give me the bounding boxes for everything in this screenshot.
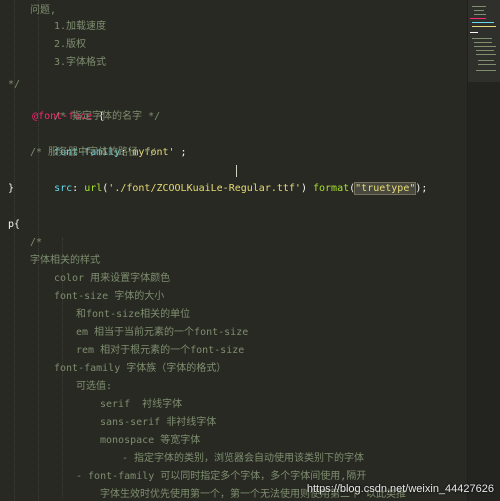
code-line: font-family:'myfont' ; <box>30 126 186 158</box>
selected-string[interactable]: "truetype" <box>354 182 417 195</box>
minimap-line <box>472 26 496 27</box>
code-line: /* 服务器中字体的路径 */ <box>30 147 157 158</box>
code-line: sans-serif 非衬线字体 <box>100 417 217 428</box>
code-line: 1.加载速度 <box>54 21 107 32</box>
code-line: em 相当于当前元素的一个font-size <box>76 327 249 338</box>
string-value: './font/ZCOOLKuaiLe-Regular.ttf' <box>108 183 301 194</box>
function-name: format <box>313 183 350 194</box>
code-line: 2.版权 <box>54 39 87 50</box>
minimap-line <box>470 32 478 33</box>
code-line: 可选值: <box>76 381 113 392</box>
minimap-line <box>478 64 496 65</box>
code-line: monospace 等宽字体 <box>100 435 201 446</box>
code-line: 问题, <box>30 5 57 16</box>
minimap-line <box>472 22 494 23</box>
minimap-line <box>474 14 486 15</box>
property-name: src <box>54 183 73 194</box>
code-line: @font-face { <box>8 90 104 122</box>
minimap-line <box>476 70 496 71</box>
semicolon: ; <box>174 147 187 158</box>
paren: ); <box>415 183 428 194</box>
minimap-line <box>476 50 494 51</box>
paren: ) <box>300 183 313 194</box>
colon: : <box>72 183 85 194</box>
code-line: serif 衬线字体 <box>100 399 183 410</box>
minimap-line <box>474 46 496 47</box>
text-cursor-icon <box>236 165 237 177</box>
code-line: /* 指定字体的名字 */ <box>54 111 161 122</box>
watermark-text: https://blog.csdn.net/weixin_44427626 <box>306 483 494 495</box>
code-line: color 用来设置字体颜色 <box>54 273 171 284</box>
function-name: url <box>84 183 103 194</box>
code-line: p{ <box>8 219 21 230</box>
minimap-line <box>472 38 492 39</box>
minimap-line <box>476 54 496 55</box>
minimap-line <box>474 10 484 11</box>
code-line: - 指定字体的类别，浏览器会自动使用该类别下的字体 <box>122 453 365 464</box>
minimap-line <box>478 60 494 61</box>
code-line: 字体相关的样式 <box>30 255 100 266</box>
minimap[interactable] <box>467 0 500 501</box>
code-line: 和font-size相关的单位 <box>76 309 191 320</box>
code-line: /* <box>30 237 43 248</box>
code-line: src: url('./font/ZCOOLKuaiLe-Regular.ttf… <box>30 162 427 195</box>
minimap-line <box>470 18 486 19</box>
minimap-line <box>472 6 486 7</box>
code-line: rem 相对于根元素的一个font-size <box>76 345 245 356</box>
code-line: 3.字体格式 <box>54 57 107 68</box>
code-editor[interactable]: 问题, 1.加载速度 2.版权 3.字体格式 */ @font-face { /… <box>0 0 468 501</box>
code-line: } <box>8 183 15 194</box>
minimap-line <box>474 42 492 43</box>
code-line: font-size 字体的大小 <box>54 291 165 302</box>
code-line: font-family 字体族（字体的格式） <box>54 363 227 374</box>
